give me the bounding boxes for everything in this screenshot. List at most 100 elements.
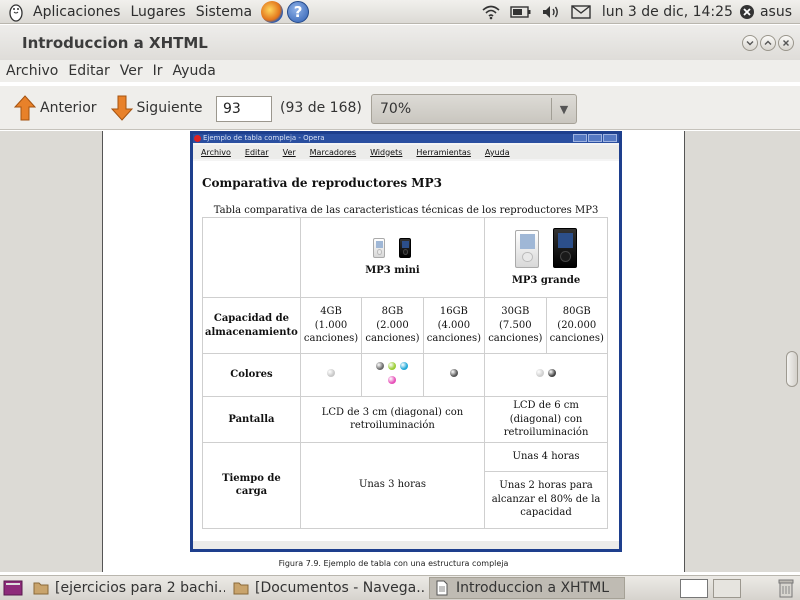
colors-header: Colores (202, 353, 301, 397)
chevron-down-icon: ▼ (559, 102, 569, 116)
opera-titlebar: Ejemplo de tabla compleja - Opera (193, 134, 619, 143)
arrow-up-icon (14, 94, 36, 120)
charge-grande-cell: Unas 2 horas para alcanzar el 80% de la … (484, 470, 608, 529)
comparison-table: MP3 mini MP3 grande Capacidad de almacen… (202, 217, 609, 529)
battery-icon[interactable] (510, 1, 532, 23)
desktop-icon (3, 580, 23, 596)
opera-window-controls (573, 134, 617, 142)
opera-menu-item: Archivo (201, 147, 231, 157)
workspace-2[interactable] (713, 579, 741, 598)
opera-minimize-icon (573, 134, 587, 142)
capacity-cell: 8GB (2.000 canciones) (361, 297, 424, 354)
zoom-value: 70% (380, 101, 412, 117)
capacity-songs: (2.000 canciones) (365, 319, 420, 345)
menu-ayuda[interactable]: Ayuda (168, 63, 221, 79)
screen-mini-cell: LCD de 3 cm (diagonal) con retroiluminac… (299, 396, 486, 443)
charge-header: Tiempo de carga (202, 441, 301, 529)
empty-header-cell (202, 217, 301, 298)
folder-icon (33, 582, 49, 595)
capacity-songs: (1.000 canciones) (303, 319, 359, 345)
opera-menu-item: Editar (244, 147, 269, 157)
menubar: Archivo Editar Ver Ir Ayuda (0, 60, 800, 82)
capacity-songs: (7.500 canciones) (488, 319, 543, 345)
maximize-button[interactable] (760, 35, 776, 51)
vertical-scrollbar[interactable] (784, 131, 800, 572)
menu-archivo[interactable]: Archivo (0, 63, 63, 79)
menu-lugares[interactable]: Lugares (125, 4, 190, 20)
colors-cell (361, 353, 424, 397)
wifi-icon[interactable] (480, 1, 502, 23)
bottom-panel: [ejercicios para 2 bachi... [Documentos … (0, 575, 800, 600)
top-panel: Aplicaciones Lugares Sistema ? lun 3 de … (0, 0, 800, 24)
color-swatch (400, 361, 409, 370)
menu-ir[interactable]: Ir (148, 63, 168, 79)
window-titlebar[interactable]: Introduccion a XHTML (0, 25, 800, 61)
capacity-size: 16GB (439, 306, 468, 318)
opera-close-icon (603, 134, 617, 142)
menu-ver[interactable]: Ver (115, 63, 148, 79)
workspace-1[interactable] (680, 579, 708, 598)
close-button[interactable] (778, 35, 794, 51)
ipod-grande-black-image (553, 227, 578, 268)
folder-icon (233, 582, 249, 595)
menu-sistema[interactable]: Sistema (191, 4, 257, 20)
volume-icon[interactable] (540, 1, 562, 23)
colors-cell (299, 353, 363, 397)
color-swatch (548, 368, 557, 377)
screen-grande-cell: LCD de 6 cm (diagonal) con retroiluminac… (484, 396, 608, 443)
taskbar-item-active[interactable]: Introduccion a XHTML (429, 577, 625, 599)
window-controls (742, 35, 794, 51)
capacity-cell: 30GB (7.500 canciones) (484, 297, 547, 354)
color-swatch (376, 361, 385, 370)
opera-menu-item: Ayuda (484, 147, 510, 157)
capacity-size: 30GB (501, 306, 530, 318)
grande-header-cell: MP3 grande (484, 217, 608, 298)
opera-maximize-icon (588, 134, 602, 142)
figure-caption: Figura 7.9. Ejemplo de tabla con una est… (278, 559, 509, 568)
session-icon (739, 5, 754, 19)
ipod-mini-black-image (399, 237, 412, 258)
help-launcher-icon[interactable]: ? (287, 0, 310, 23)
minimize-button[interactable] (742, 35, 758, 51)
embedded-opera-screenshot: Ejemplo de tabla compleja - Opera Archiv… (190, 131, 622, 552)
menu-aplicaciones[interactable]: Aplicaciones (28, 4, 125, 20)
username: asus (759, 4, 792, 20)
capacity-cell: 4GB (1.000 canciones) (299, 297, 363, 354)
user-menu[interactable]: asus (739, 4, 792, 20)
show-desktop-button[interactable] (1, 577, 25, 599)
page-count: (93 de 168) (280, 100, 362, 116)
capacity-size: 80GB (562, 306, 591, 318)
page-number-input[interactable] (216, 96, 272, 122)
scrollbar-thumb[interactable] (786, 351, 798, 387)
zoom-select[interactable]: 70% ▼ (371, 94, 577, 124)
menu-editar[interactable]: Editar (63, 63, 114, 79)
capacity-songs: (4.000 canciones) (426, 319, 481, 345)
capacity-cell: 16GB (4.000 canciones) (422, 297, 486, 354)
next-page-button[interactable]: Siguiente (107, 91, 207, 125)
taskbar-item[interactable]: [Documentos - Navega... (229, 577, 425, 599)
taskbar-item[interactable]: [ejercicios para 2 bachi... (29, 577, 225, 599)
document-icon (436, 580, 448, 596)
table-row: Capacidad de almacenamiento 4GB (1.000 ca… (202, 297, 609, 354)
clock[interactable]: lun 3 de dic, 14:25 (602, 4, 733, 20)
ubuntu-logo-icon[interactable] (4, 0, 28, 24)
taskbar-item-label: [Documentos - Navega... (255, 580, 425, 596)
mail-icon[interactable] (570, 1, 592, 23)
opera-menu-item: Marcadores (309, 147, 357, 157)
toolbar: Anterior Siguiente (93 de 168) 70% ▼ (0, 86, 800, 130)
mini-label: MP3 mini (365, 264, 420, 276)
opera-menu-item: Widgets (370, 147, 403, 157)
trash-icon[interactable] (778, 578, 794, 598)
capacity-size: 8GB (381, 306, 404, 318)
capacity-songs: (20.000 canciones) (549, 319, 604, 345)
capacity-cell: 80GB (20.000 canciones) (545, 297, 609, 354)
firefox-launcher-icon[interactable] (261, 0, 284, 23)
opera-menu-item: Herramientas (416, 147, 471, 157)
system-tray: lun 3 de dic, 14:25 asus (476, 0, 800, 24)
table-row: Tiempo de carga Unas 3 horas Unas 4 hora… (202, 441, 608, 529)
colors-cell (422, 353, 486, 397)
opera-menu-item: Ver (282, 147, 296, 157)
ipod-mini-white-image (373, 237, 386, 258)
color-swatch (388, 361, 397, 370)
previous-page-button[interactable]: Anterior (10, 91, 101, 125)
